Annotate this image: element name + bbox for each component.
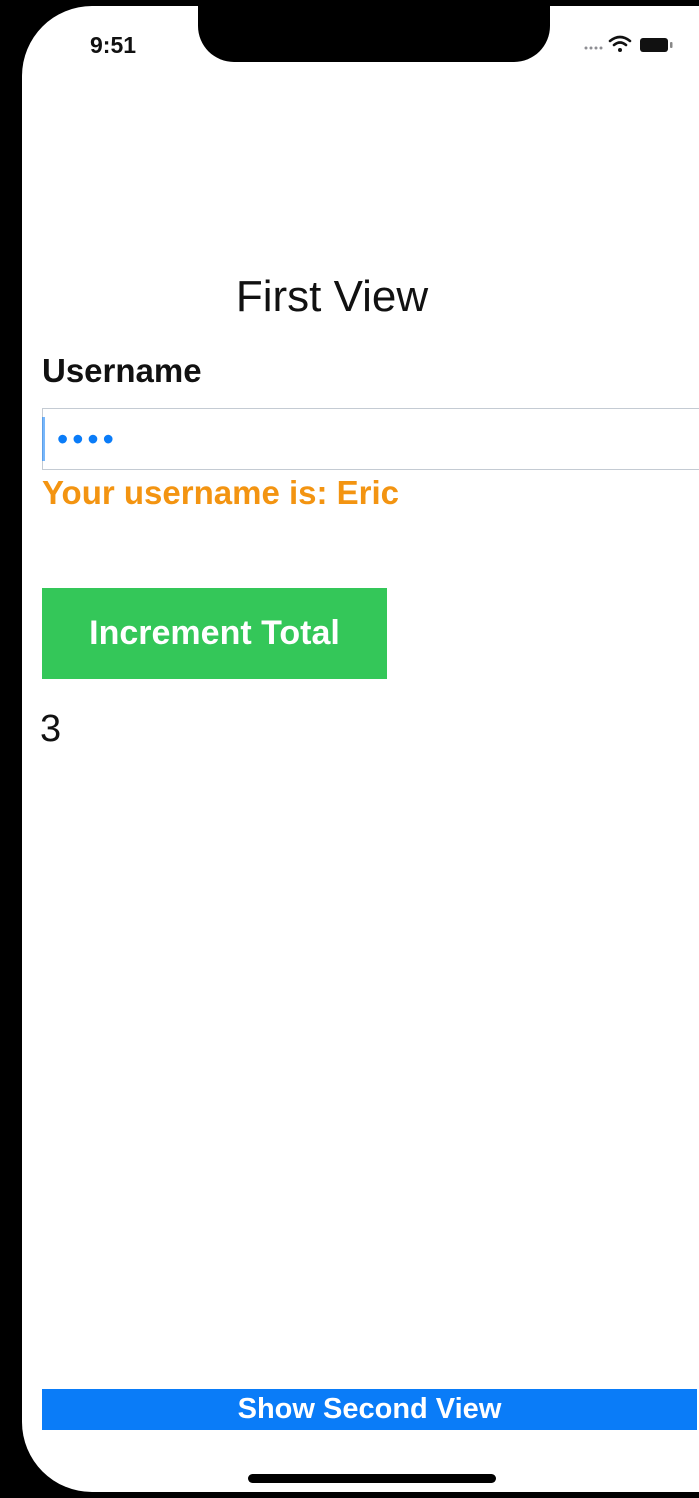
status-time: 9:51	[90, 32, 137, 58]
username-masked-value: ••••	[57, 420, 118, 457]
device-notch	[198, 6, 550, 62]
status-icons	[584, 35, 673, 52]
increment-total-button[interactable]: Increment Total	[42, 588, 387, 679]
page-title: First View	[235, 272, 429, 321]
username-label: Username	[42, 352, 202, 389]
phone-screen: 9:51 First View Username •••• Your usern…	[22, 6, 699, 1492]
wifi-icon	[608, 35, 632, 52]
show-second-view-button[interactable]: Show Second View	[42, 1389, 697, 1430]
username-message: Your username is: Eric	[42, 474, 400, 511]
total-value: 3	[40, 708, 62, 750]
signal-dots-icon	[584, 46, 603, 50]
battery-icon	[640, 38, 673, 52]
home-indicator[interactable]	[248, 1474, 496, 1483]
username-field[interactable]: ••••	[42, 408, 699, 470]
